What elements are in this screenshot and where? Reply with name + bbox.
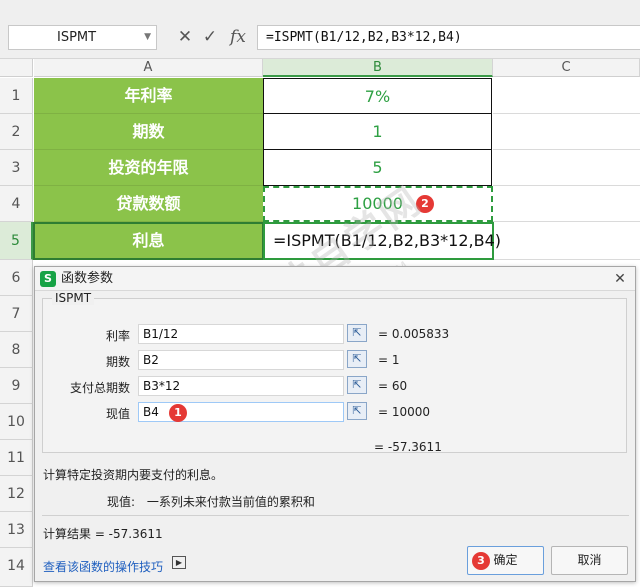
video-play-icon[interactable]: ▶: [172, 556, 186, 569]
param-label-nper: 支付总期数: [70, 381, 131, 395]
param-input-rate[interactable]: B1/12: [138, 324, 344, 344]
help-link[interactable]: 查看该函数的操作技巧: [43, 558, 163, 575]
cell-a4[interactable]: 贷款数额: [34, 186, 263, 222]
column-header-c[interactable]: C: [493, 59, 640, 77]
param-input-per[interactable]: B2: [138, 350, 344, 370]
name-box[interactable]: ISPMT ▼: [8, 25, 157, 50]
cell-b1[interactable]: 7%: [263, 78, 492, 114]
calc-result: 计算结果 = -57.3611: [43, 527, 163, 541]
param-label-per: 期数: [105, 355, 130, 369]
column-header-b[interactable]: B: [263, 59, 493, 77]
cell-b3[interactable]: 5: [263, 150, 492, 186]
row-header-1[interactable]: 1: [0, 78, 33, 114]
gridline: [493, 185, 640, 186]
chevron-down-icon[interactable]: ▼: [144, 26, 151, 49]
step-badge-2: 2: [416, 195, 434, 213]
step-badge-3: 3: [472, 552, 490, 570]
fx-icon[interactable]: fx: [228, 25, 248, 50]
ok-button-label: 确定: [493, 553, 518, 567]
collapse-dialog-icon[interactable]: ⇱: [347, 376, 367, 394]
function-description: 计算特定投资期内要支付的利息。: [43, 468, 224, 482]
select-all-corner[interactable]: [0, 59, 33, 77]
formula-bar: ISPMT ▼ ✕ ✓ fx =ISPMT(B1/12,B2,B3*12,B4): [0, 0, 640, 59]
wps-logo-icon: S: [40, 271, 56, 287]
param-input-nper[interactable]: B3*12: [138, 376, 344, 396]
gridline: [493, 259, 640, 260]
row-header-9[interactable]: 9: [0, 368, 33, 404]
divider: [42, 515, 629, 516]
function-name-label: ISPMT: [52, 291, 95, 305]
param-description-label: 现值:: [107, 495, 136, 509]
row-header-5[interactable]: 5: [0, 222, 33, 260]
cell-b5-active[interactable]: =ISPMT(B1/12,B2,B3*12,B4): [263, 222, 501, 260]
param-label-pv: 现值: [105, 407, 130, 421]
cell-a1[interactable]: 年利率: [34, 78, 263, 114]
row-header-8[interactable]: 8: [0, 332, 33, 368]
param-result-nper: = 60: [378, 379, 408, 393]
close-icon[interactable]: ✕: [611, 271, 629, 287]
param-result-rate: = 0.005833: [378, 327, 450, 341]
param-label-rate: 利率: [105, 329, 130, 343]
dialog-titlebar[interactable]: S 函数参数 ✕: [35, 267, 635, 291]
param-result-per: = 1: [378, 353, 400, 367]
collapse-dialog-icon[interactable]: ⇱: [347, 350, 367, 368]
formula-input[interactable]: =ISPMT(B1/12,B2,B3*12,B4): [257, 25, 640, 50]
param-description: 现值: 一系列未来付款当前值的累积和: [107, 493, 315, 510]
cell-a3[interactable]: 投资的年限: [34, 150, 263, 186]
copy-marquee: [263, 186, 493, 222]
spreadsheet-window: ISPMT ▼ ✕ ✓ fx =ISPMT(B1/12,B2,B3*12,B4)…: [0, 0, 640, 587]
row5-label-border: [33, 222, 264, 260]
gridline: [493, 113, 640, 114]
cell-a2[interactable]: 期数: [34, 114, 263, 150]
param-description-text: 一系列未来付款当前值的累积和: [146, 495, 315, 509]
gridline: [493, 221, 640, 222]
function-arguments-dialog: S 函数参数 ✕ ISPMT 利率 B1/12 ⇱ = 0.005833 期数 …: [34, 266, 636, 582]
collapse-dialog-icon[interactable]: ⇱: [347, 324, 367, 342]
row-header-7[interactable]: 7: [0, 296, 33, 332]
accept-icon[interactable]: ✓: [201, 25, 219, 50]
dialog-title: 函数参数: [61, 271, 114, 286]
row-header-14[interactable]: 14: [0, 548, 33, 587]
name-box-value: ISPMT: [57, 30, 97, 45]
cancel-button[interactable]: 取消: [551, 546, 628, 575]
row-header-12[interactable]: 12: [0, 476, 33, 512]
cell-b2[interactable]: 1: [263, 114, 492, 150]
row-header-3[interactable]: 3: [0, 150, 33, 186]
row-header-13[interactable]: 13: [0, 512, 33, 548]
cancel-icon[interactable]: ✕: [176, 25, 194, 50]
row-header-10[interactable]: 10: [0, 404, 33, 440]
column-header-a[interactable]: A: [34, 59, 263, 77]
gridline: [493, 149, 640, 150]
collapse-dialog-icon[interactable]: ⇱: [347, 402, 367, 420]
param-result-pv: = 10000: [378, 405, 431, 419]
row-header-4[interactable]: 4: [0, 186, 33, 222]
row-header-2[interactable]: 2: [0, 114, 33, 150]
row-header-6[interactable]: 6: [0, 260, 33, 296]
step-badge-1: 1: [169, 404, 187, 422]
row-header-11[interactable]: 11: [0, 440, 33, 476]
cancel-button-label: 取消: [577, 553, 602, 567]
formula-total-result: = -57.3611: [374, 440, 442, 454]
